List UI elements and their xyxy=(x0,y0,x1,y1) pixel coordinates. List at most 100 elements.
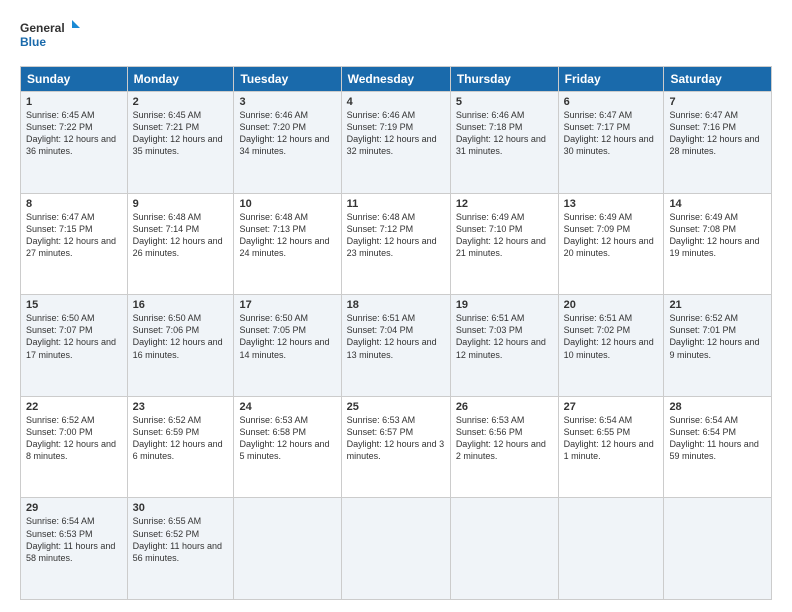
calendar-cell: 21Sunrise: 6:52 AMSunset: 7:01 PMDayligh… xyxy=(664,295,772,397)
day-info: Sunrise: 6:51 AMSunset: 7:03 PMDaylight:… xyxy=(456,312,553,361)
calendar-cell: 18Sunrise: 6:51 AMSunset: 7:04 PMDayligh… xyxy=(341,295,450,397)
calendar-cell xyxy=(341,498,450,600)
calendar-cell xyxy=(664,498,772,600)
calendar-cell: 4Sunrise: 6:46 AMSunset: 7:19 PMDaylight… xyxy=(341,92,450,194)
day-number: 13 xyxy=(564,198,659,210)
day-info: Sunrise: 6:53 AMSunset: 6:57 PMDaylight:… xyxy=(347,414,445,463)
weekday-header-friday: Friday xyxy=(558,67,664,92)
calendar-cell: 16Sunrise: 6:50 AMSunset: 7:06 PMDayligh… xyxy=(127,295,234,397)
calendar-cell: 2Sunrise: 6:45 AMSunset: 7:21 PMDaylight… xyxy=(127,92,234,194)
day-info: Sunrise: 6:53 AMSunset: 6:56 PMDaylight:… xyxy=(456,414,553,463)
day-number: 20 xyxy=(564,299,659,311)
day-info: Sunrise: 6:45 AMSunset: 7:21 PMDaylight:… xyxy=(133,109,229,158)
calendar-cell: 5Sunrise: 6:46 AMSunset: 7:18 PMDaylight… xyxy=(450,92,558,194)
calendar-cell: 24Sunrise: 6:53 AMSunset: 6:58 PMDayligh… xyxy=(234,396,341,498)
page: General Blue SundayMondayTuesdayWednesda… xyxy=(0,0,792,612)
day-number: 9 xyxy=(133,198,229,210)
day-info: Sunrise: 6:52 AMSunset: 7:00 PMDaylight:… xyxy=(26,414,122,463)
day-number: 14 xyxy=(669,198,766,210)
day-number: 5 xyxy=(456,96,553,108)
day-number: 23 xyxy=(133,401,229,413)
calendar-cell: 14Sunrise: 6:49 AMSunset: 7:08 PMDayligh… xyxy=(664,193,772,295)
weekday-header-monday: Monday xyxy=(127,67,234,92)
calendar-cell: 12Sunrise: 6:49 AMSunset: 7:10 PMDayligh… xyxy=(450,193,558,295)
day-info: Sunrise: 6:48 AMSunset: 7:14 PMDaylight:… xyxy=(133,211,229,260)
day-info: Sunrise: 6:50 AMSunset: 7:07 PMDaylight:… xyxy=(26,312,122,361)
calendar-cell: 17Sunrise: 6:50 AMSunset: 7:05 PMDayligh… xyxy=(234,295,341,397)
calendar-body: 1Sunrise: 6:45 AMSunset: 7:22 PMDaylight… xyxy=(21,92,772,600)
calendar-cell: 15Sunrise: 6:50 AMSunset: 7:07 PMDayligh… xyxy=(21,295,128,397)
calendar-cell: 10Sunrise: 6:48 AMSunset: 7:13 PMDayligh… xyxy=(234,193,341,295)
day-number: 17 xyxy=(239,299,335,311)
day-number: 28 xyxy=(669,401,766,413)
day-info: Sunrise: 6:45 AMSunset: 7:22 PMDaylight:… xyxy=(26,109,122,158)
day-info: Sunrise: 6:51 AMSunset: 7:02 PMDaylight:… xyxy=(564,312,659,361)
day-number: 10 xyxy=(239,198,335,210)
day-number: 25 xyxy=(347,401,445,413)
calendar: SundayMondayTuesdayWednesdayThursdayFrid… xyxy=(20,66,772,600)
logo-svg: General Blue xyxy=(20,18,80,56)
day-info: Sunrise: 6:52 AMSunset: 6:59 PMDaylight:… xyxy=(133,414,229,463)
day-number: 24 xyxy=(239,401,335,413)
day-info: Sunrise: 6:51 AMSunset: 7:04 PMDaylight:… xyxy=(347,312,445,361)
calendar-cell: 6Sunrise: 6:47 AMSunset: 7:17 PMDaylight… xyxy=(558,92,664,194)
day-info: Sunrise: 6:53 AMSunset: 6:58 PMDaylight:… xyxy=(239,414,335,463)
day-number: 19 xyxy=(456,299,553,311)
calendar-week-4: 22Sunrise: 6:52 AMSunset: 7:00 PMDayligh… xyxy=(21,396,772,498)
day-info: Sunrise: 6:47 AMSunset: 7:17 PMDaylight:… xyxy=(564,109,659,158)
calendar-cell: 29Sunrise: 6:54 AMSunset: 6:53 PMDayligh… xyxy=(21,498,128,600)
weekday-header-thursday: Thursday xyxy=(450,67,558,92)
weekday-header-saturday: Saturday xyxy=(664,67,772,92)
calendar-week-1: 1Sunrise: 6:45 AMSunset: 7:22 PMDaylight… xyxy=(21,92,772,194)
calendar-cell xyxy=(234,498,341,600)
calendar-cell: 23Sunrise: 6:52 AMSunset: 6:59 PMDayligh… xyxy=(127,396,234,498)
calendar-cell: 7Sunrise: 6:47 AMSunset: 7:16 PMDaylight… xyxy=(664,92,772,194)
calendar-cell: 25Sunrise: 6:53 AMSunset: 6:57 PMDayligh… xyxy=(341,396,450,498)
calendar-cell: 13Sunrise: 6:49 AMSunset: 7:09 PMDayligh… xyxy=(558,193,664,295)
day-number: 8 xyxy=(26,198,122,210)
weekday-header-sunday: Sunday xyxy=(21,67,128,92)
day-info: Sunrise: 6:54 AMSunset: 6:53 PMDaylight:… xyxy=(26,515,122,564)
day-number: 3 xyxy=(239,96,335,108)
day-info: Sunrise: 6:46 AMSunset: 7:20 PMDaylight:… xyxy=(239,109,335,158)
calendar-cell: 8Sunrise: 6:47 AMSunset: 7:15 PMDaylight… xyxy=(21,193,128,295)
logo: General Blue xyxy=(20,18,80,56)
day-info: Sunrise: 6:49 AMSunset: 7:08 PMDaylight:… xyxy=(669,211,766,260)
calendar-week-5: 29Sunrise: 6:54 AMSunset: 6:53 PMDayligh… xyxy=(21,498,772,600)
day-info: Sunrise: 6:49 AMSunset: 7:09 PMDaylight:… xyxy=(564,211,659,260)
calendar-cell: 28Sunrise: 6:54 AMSunset: 6:54 PMDayligh… xyxy=(664,396,772,498)
day-info: Sunrise: 6:49 AMSunset: 7:10 PMDaylight:… xyxy=(456,211,553,260)
day-info: Sunrise: 6:55 AMSunset: 6:52 PMDaylight:… xyxy=(133,515,229,564)
day-info: Sunrise: 6:52 AMSunset: 7:01 PMDaylight:… xyxy=(669,312,766,361)
weekday-header-wednesday: Wednesday xyxy=(341,67,450,92)
day-number: 11 xyxy=(347,198,445,210)
calendar-cell: 1Sunrise: 6:45 AMSunset: 7:22 PMDaylight… xyxy=(21,92,128,194)
weekday-header-tuesday: Tuesday xyxy=(234,67,341,92)
day-info: Sunrise: 6:48 AMSunset: 7:12 PMDaylight:… xyxy=(347,211,445,260)
calendar-cell: 27Sunrise: 6:54 AMSunset: 6:55 PMDayligh… xyxy=(558,396,664,498)
day-number: 22 xyxy=(26,401,122,413)
day-info: Sunrise: 6:46 AMSunset: 7:18 PMDaylight:… xyxy=(456,109,553,158)
day-number: 26 xyxy=(456,401,553,413)
calendar-cell xyxy=(450,498,558,600)
day-number: 1 xyxy=(26,96,122,108)
day-info: Sunrise: 6:48 AMSunset: 7:13 PMDaylight:… xyxy=(239,211,335,260)
day-info: Sunrise: 6:47 AMSunset: 7:15 PMDaylight:… xyxy=(26,211,122,260)
calendar-cell: 20Sunrise: 6:51 AMSunset: 7:02 PMDayligh… xyxy=(558,295,664,397)
day-info: Sunrise: 6:54 AMSunset: 6:54 PMDaylight:… xyxy=(669,414,766,463)
calendar-cell: 19Sunrise: 6:51 AMSunset: 7:03 PMDayligh… xyxy=(450,295,558,397)
calendar-cell: 30Sunrise: 6:55 AMSunset: 6:52 PMDayligh… xyxy=(127,498,234,600)
calendar-cell: 9Sunrise: 6:48 AMSunset: 7:14 PMDaylight… xyxy=(127,193,234,295)
calendar-week-3: 15Sunrise: 6:50 AMSunset: 7:07 PMDayligh… xyxy=(21,295,772,397)
calendar-cell: 22Sunrise: 6:52 AMSunset: 7:00 PMDayligh… xyxy=(21,396,128,498)
svg-text:Blue: Blue xyxy=(20,35,46,49)
day-number: 18 xyxy=(347,299,445,311)
day-number: 15 xyxy=(26,299,122,311)
day-number: 7 xyxy=(669,96,766,108)
day-number: 6 xyxy=(564,96,659,108)
day-number: 12 xyxy=(456,198,553,210)
day-number: 21 xyxy=(669,299,766,311)
day-number: 27 xyxy=(564,401,659,413)
calendar-header-row: SundayMondayTuesdayWednesdayThursdayFrid… xyxy=(21,67,772,92)
day-number: 2 xyxy=(133,96,229,108)
